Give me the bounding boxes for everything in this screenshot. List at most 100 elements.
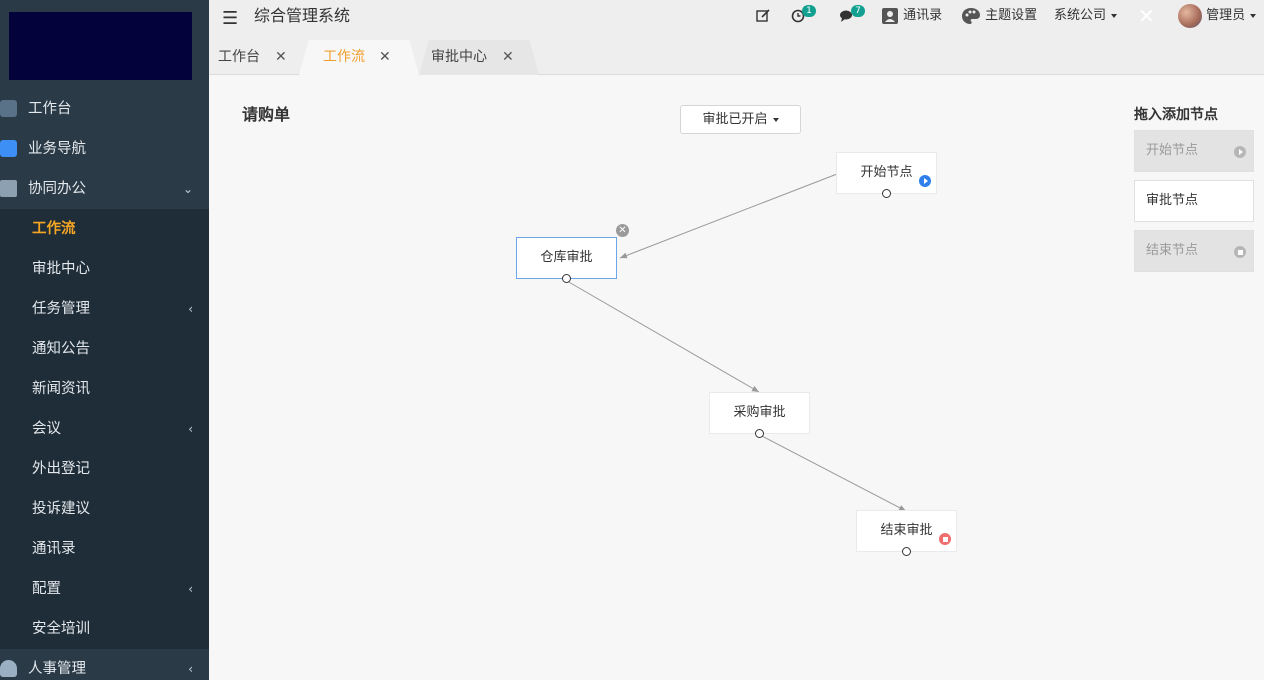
app-title: 综合管理系统 xyxy=(254,6,351,25)
sidebar-item-label: 业务导航 xyxy=(28,141,86,157)
palette-item-label: 开始节点 xyxy=(1146,143,1199,158)
sidebar-item-notices[interactable]: 通知公告 xyxy=(0,329,209,369)
sidebar-item-outing[interactable]: 外出登记 xyxy=(0,449,209,489)
chevron-left-icon: ‹ xyxy=(188,662,193,676)
palette-start-node[interactable]: 开始节点 xyxy=(1134,130,1254,172)
theme-button[interactable]: 主题设置 xyxy=(961,0,1037,32)
palette-title: 拖入添加节点 xyxy=(1134,107,1218,123)
chevron-left-icon: ‹ xyxy=(188,582,193,596)
sidebar-item-safety-training[interactable]: 安全培训 xyxy=(0,609,209,649)
sidebar-item-label: 投诉建议 xyxy=(32,501,90,517)
menu-toggle-icon[interactable]: ☰ xyxy=(222,8,238,29)
sidebar-item-label: 通知公告 xyxy=(32,341,90,357)
sidebar-item-complaints[interactable]: 投诉建议 xyxy=(0,489,209,529)
node-label: 采购审批 xyxy=(733,405,786,420)
flow-node-end[interactable]: 结束审批 xyxy=(856,510,957,556)
logo xyxy=(9,12,192,80)
connector-port[interactable] xyxy=(562,274,571,283)
sidebar-item-label: 配置 xyxy=(32,581,61,597)
connector-purchase-end xyxy=(759,434,907,512)
user-menu[interactable]: 管理员 xyxy=(1178,0,1257,32)
tab-label: 工作流 xyxy=(323,49,365,65)
node-label: 仓库审批 xyxy=(540,250,593,265)
palette-item-label: 审批节点 xyxy=(1146,193,1199,208)
start-icon xyxy=(919,175,931,187)
company-dropdown[interactable]: 系统公司 xyxy=(1054,0,1118,32)
sidebar-item-label: 安全培训 xyxy=(32,621,90,637)
sidebar-item-approval-center[interactable]: 审批中心 xyxy=(0,249,209,289)
sidebar-item-label: 工作流 xyxy=(32,221,76,237)
sidebar-item-label: 人事管理 xyxy=(28,661,86,677)
connector-port[interactable] xyxy=(902,547,911,556)
play-icon xyxy=(1234,146,1246,158)
contacts-button[interactable]: 通讯录 xyxy=(881,0,942,32)
chevron-down-icon: ⌄ xyxy=(182,182,193,196)
close-icon[interactable]: ✕ xyxy=(1138,0,1155,32)
sidebar-menu: 工作台 业务导航 协同办公 ⌄ 工作流 审批中心 任务管理 ‹ 通知公告 新闻资讯… xyxy=(0,89,209,680)
messages-button[interactable] xyxy=(839,0,855,32)
flow-node-start[interactable]: 开始节点 xyxy=(836,152,937,198)
palette-end-node[interactable]: 结束节点 xyxy=(1134,230,1254,272)
tab-bar: 工作台 ✕ 工作流 ✕ 审批中心 ✕ xyxy=(209,40,1264,75)
sidebar-item-label: 审批中心 xyxy=(32,261,90,277)
user-label: 管理员 xyxy=(1206,8,1246,23)
sidebar-item-label: 协同办公 xyxy=(28,181,86,197)
submenu-collab: 工作流 审批中心 任务管理 ‹ 通知公告 新闻资讯 会议 ‹ 外出登记 投诉建议 通… xyxy=(0,209,209,649)
tab-label: 工作台 xyxy=(218,49,260,65)
tab-workflow[interactable]: 工作流 ✕ xyxy=(314,40,404,75)
sidebar-item-contacts[interactable]: 通讯录 xyxy=(0,529,209,569)
company-label: 系统公司 xyxy=(1054,8,1107,23)
messages-badge: 7 xyxy=(851,5,865,17)
sidebar-item-collab[interactable]: 协同办公 ⌄ xyxy=(0,169,209,209)
person-icon xyxy=(0,660,17,677)
business-icon xyxy=(0,140,17,157)
palette-item-label: 结束节点 xyxy=(1146,243,1199,258)
sidebar-item-desk[interactable]: 工作台 xyxy=(0,89,209,129)
theme-label: 主题设置 xyxy=(985,8,1038,23)
sidebar-item-news[interactable]: 新闻资讯 xyxy=(0,369,209,409)
sidebar-item-hr[interactable]: 人事管理 ‹ xyxy=(0,649,209,680)
chevron-left-icon: ‹ xyxy=(188,422,193,436)
sidebar-item-workflow[interactable]: 工作流 xyxy=(0,209,209,249)
connector-port[interactable] xyxy=(882,189,891,198)
flow-connections xyxy=(566,173,907,512)
sidebar-item-config[interactable]: 配置 ‹ xyxy=(0,569,209,609)
flow-canvas[interactable]: 开始节点 仓库审批 ✕ 采购审批 结束审批 xyxy=(209,75,1109,680)
sidebar-item-meeting[interactable]: 会议 ‹ xyxy=(0,409,209,449)
chevron-left-icon: ‹ xyxy=(188,302,193,316)
caret-down-icon xyxy=(1111,13,1118,18)
delete-node-icon[interactable]: ✕ xyxy=(616,224,629,237)
node-label: 开始节点 xyxy=(860,165,913,180)
caret-down-icon xyxy=(1250,13,1257,18)
contacts-label: 通讯录 xyxy=(903,8,943,23)
close-icon[interactable]: ✕ xyxy=(502,40,514,74)
sidebar-item-business-nav[interactable]: 业务导航 xyxy=(0,129,209,169)
flow-node-warehouse-approval[interactable]: 仓库审批 ✕ xyxy=(516,224,629,283)
notification-button[interactable] xyxy=(791,0,805,32)
sidebar-item-tasks[interactable]: 任务管理 ‹ xyxy=(0,289,209,329)
sidebar-item-label: 任务管理 xyxy=(32,301,90,317)
close-icon[interactable]: ✕ xyxy=(275,40,287,74)
connector-start-warehouse xyxy=(619,173,838,259)
sidebar-item-label: 通讯录 xyxy=(32,541,76,557)
connector-port[interactable] xyxy=(755,429,764,438)
stop-icon xyxy=(939,533,951,545)
sidebar-item-label: 外出登记 xyxy=(32,461,90,477)
flow-node-purchase-approval[interactable]: 采购审批 xyxy=(709,392,810,438)
sidebar: 工作台 业务导航 协同办公 ⌄ 工作流 审批中心 任务管理 ‹ 通知公告 新闻资讯… xyxy=(0,0,209,680)
workflow-editor: 请购单 审批已开启 开始节点 仓库审批 ✕ 采购审批 结束审批 拖入添加节点 开… xyxy=(209,75,1264,680)
connector-warehouse-purchase xyxy=(566,280,760,393)
briefcase-icon xyxy=(0,180,17,197)
notification-badge: 1 xyxy=(802,5,816,17)
sidebar-item-label: 工作台 xyxy=(28,101,72,117)
tab-label: 审批中心 xyxy=(431,49,487,65)
avatar xyxy=(1178,3,1202,28)
tab-workbench[interactable]: 工作台 ✕ xyxy=(209,40,299,75)
palette-approval-node[interactable]: 审批节点 xyxy=(1134,180,1254,222)
edit-icon[interactable] xyxy=(756,0,771,32)
top-header: ☰ 综合管理系统 1 7 通讯录 主题设置 系统公司 ✕ 管理员 xyxy=(209,0,1264,40)
close-icon[interactable]: ✕ xyxy=(379,40,391,74)
tab-approval-center[interactable]: 审批中心 ✕ xyxy=(422,40,532,75)
palette-icon xyxy=(962,7,980,24)
sidebar-item-label: 新闻资讯 xyxy=(32,381,90,397)
